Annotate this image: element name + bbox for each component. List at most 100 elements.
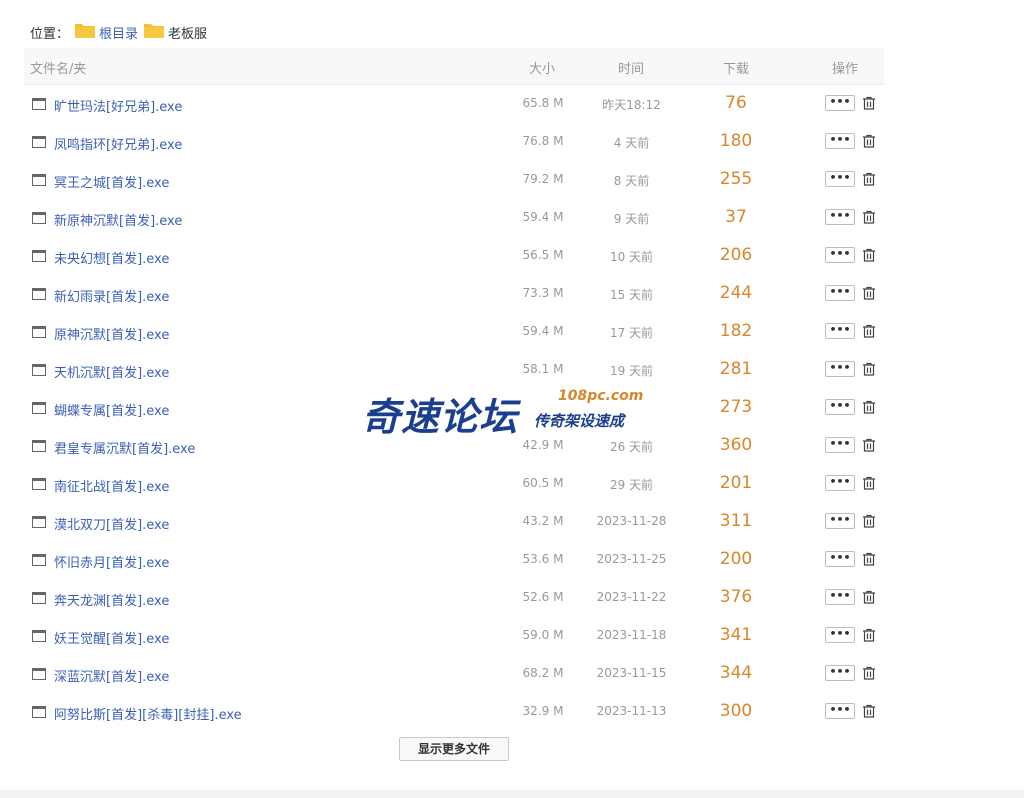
trash-icon[interactable] <box>862 210 876 228</box>
file-time: 2023-11-18 <box>596 628 667 642</box>
file-name-link[interactable]: 新原神沉默[首发].exe <box>54 210 182 229</box>
header-time: 时间 <box>618 62 645 77</box>
download-count: 37 <box>725 207 747 227</box>
trash-icon[interactable] <box>862 134 876 152</box>
load-more-button[interactable]: 显示更多文件 <box>399 737 509 761</box>
file-icon <box>32 402 46 414</box>
more-actions-button[interactable]: ••• <box>825 285 855 301</box>
more-actions-button[interactable]: ••• <box>825 627 855 643</box>
table-header: 文件名/夹 大小 时间 下载 操作 <box>24 48 884 85</box>
file-icon <box>32 326 46 338</box>
file-name-link[interactable]: 漠北双刀[首发].exe <box>54 514 169 533</box>
file-icon <box>32 478 46 490</box>
file-name-link[interactable]: 旷世玛法[好兄弟].exe <box>54 96 182 115</box>
trash-icon[interactable] <box>862 324 876 342</box>
more-actions-button[interactable]: ••• <box>825 665 855 681</box>
file-time: 2023-11-28 <box>596 514 667 528</box>
file-name-link[interactable]: 未央幻想[首发].exe <box>54 248 169 267</box>
trash-icon[interactable] <box>862 438 876 456</box>
table-row: 阿努比斯[首发][杀毒][封挂].exe 32.9 M 2023-11-13 300 •… <box>24 693 884 731</box>
more-actions-button[interactable]: ••• <box>825 475 855 491</box>
more-actions-button[interactable]: ••• <box>825 703 855 719</box>
file-size: 53.6 M <box>522 552 564 566</box>
file-size: 42.9 M <box>522 438 564 452</box>
file-name-link[interactable]: 君皇专属沉默[首发].exe <box>54 438 195 457</box>
file-name-link[interactable]: 新幻雨录[首发].exe <box>54 286 169 305</box>
download-count: 244 <box>719 283 753 303</box>
trash-icon[interactable] <box>862 666 876 684</box>
file-time: 10 天前 <box>609 250 654 264</box>
file-time: 2023-11-25 <box>596 552 667 566</box>
trash-icon[interactable] <box>862 400 876 418</box>
download-count: 255 <box>719 169 753 189</box>
download-count: 300 <box>719 701 753 721</box>
file-icon <box>32 364 46 376</box>
download-count: 200 <box>719 549 753 569</box>
file-size: 65.8 M <box>522 96 564 110</box>
trash-icon[interactable] <box>862 628 876 646</box>
file-size: 32.9 M <box>522 704 564 718</box>
file-icon <box>32 554 46 566</box>
file-time: 29 天前 <box>609 478 654 492</box>
file-name-link[interactable]: 凤鸣指环[好兄弟].exe <box>54 134 182 153</box>
more-actions-button[interactable]: ••• <box>825 209 855 225</box>
more-actions-button[interactable]: ••• <box>825 589 855 605</box>
table-row: 新幻雨录[首发].exe 73.3 M 15 天前 244 ••• <box>24 275 884 313</box>
download-count: 273 <box>719 397 753 417</box>
file-name-link[interactable]: 蝴蝶专属[首发].exe <box>54 400 169 419</box>
file-time: 4 天前 <box>613 136 650 150</box>
file-name-link[interactable]: 天机沉默[首发].exe <box>54 362 169 381</box>
more-actions-button[interactable]: ••• <box>825 133 855 149</box>
more-actions-button[interactable]: ••• <box>825 551 855 567</box>
trash-icon[interactable] <box>862 362 876 380</box>
file-time: 19 天前 <box>609 364 654 378</box>
more-actions-button[interactable]: ••• <box>825 437 855 453</box>
more-actions-button[interactable]: ••• <box>825 323 855 339</box>
file-icon <box>32 592 46 604</box>
download-count: 180 <box>719 131 753 151</box>
breadcrumb-current: 老板服 <box>168 26 208 42</box>
more-actions-button[interactable]: ••• <box>825 361 855 377</box>
folder-icon <box>75 22 96 42</box>
trash-icon[interactable] <box>862 286 876 304</box>
file-time: 2023-11-13 <box>596 704 667 718</box>
file-size: 43.2 M <box>522 514 564 528</box>
file-name-link[interactable]: 深蓝沉默[首发].exe <box>54 666 169 685</box>
trash-icon[interactable] <box>862 704 876 722</box>
file-size: 59.0 M <box>522 628 564 642</box>
file-icon <box>32 174 46 186</box>
file-name-link[interactable]: 南征北战[首发].exe <box>54 476 169 495</box>
more-actions-button[interactable]: ••• <box>825 95 855 111</box>
file-name-link[interactable]: 奔天龙渊[首发].exe <box>54 590 169 609</box>
trash-icon[interactable] <box>862 590 876 608</box>
more-actions-button[interactable]: ••• <box>825 513 855 529</box>
trash-icon[interactable] <box>862 172 876 190</box>
header-size: 大小 <box>529 62 556 77</box>
trash-icon[interactable] <box>862 248 876 266</box>
page-footer-band <box>0 790 1024 798</box>
table-row: 天机沉默[首发].exe 58.1 M 19 天前 281 ••• <box>24 351 884 389</box>
file-time: 15 天前 <box>609 288 654 302</box>
more-actions-button[interactable]: ••• <box>825 171 855 187</box>
file-name-link[interactable]: 冥王之城[首发].exe <box>54 172 169 191</box>
breadcrumb-root-link[interactable]: 根目录 <box>99 23 138 42</box>
file-name-link[interactable]: 原神沉默[首发].exe <box>54 324 169 343</box>
download-count: 201 <box>719 473 753 493</box>
file-icon <box>32 98 46 110</box>
download-count: 360 <box>719 435 753 455</box>
trash-icon[interactable] <box>862 476 876 494</box>
trash-icon[interactable] <box>862 96 876 114</box>
file-name-link[interactable]: 阿努比斯[首发][杀毒][封挂].exe <box>54 704 242 723</box>
file-name-link[interactable]: 妖王觉醒[首发].exe <box>54 628 169 647</box>
trash-icon[interactable] <box>862 514 876 532</box>
file-icon <box>32 250 46 262</box>
file-size: 73.3 M <box>522 286 564 300</box>
more-actions-button[interactable]: ••• <box>825 247 855 263</box>
header-name: 文件名/夹 <box>30 62 87 77</box>
table-row: 凤鸣指环[好兄弟].exe 76.8 M 4 天前 180 ••• <box>24 123 884 161</box>
trash-icon[interactable] <box>862 552 876 570</box>
more-actions-button[interactable]: ••• <box>825 399 855 415</box>
file-icon <box>32 440 46 452</box>
download-count: 206 <box>719 245 753 265</box>
file-name-link[interactable]: 怀旧赤月[首发].exe <box>54 552 169 571</box>
